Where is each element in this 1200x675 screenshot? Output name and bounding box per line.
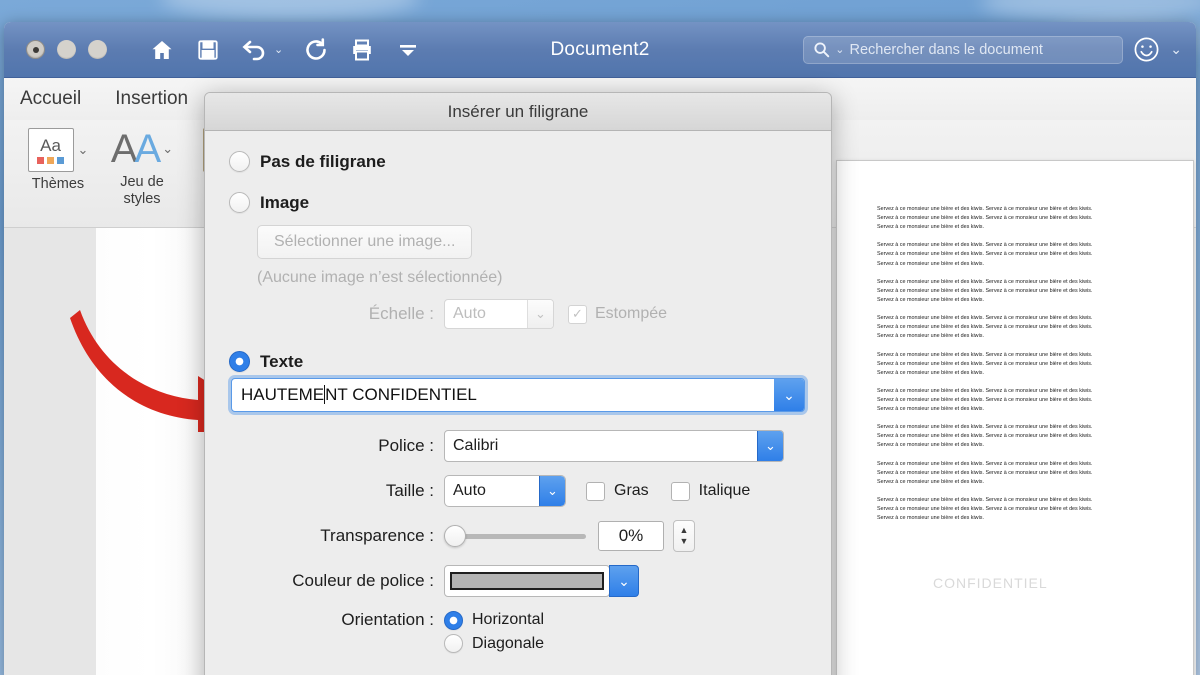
size-chevron-down-icon[interactable]: ⌄: [539, 476, 565, 506]
home-icon[interactable]: [149, 37, 175, 63]
font-color-swatch-box[interactable]: [444, 565, 610, 597]
redo-icon[interactable]: [303, 37, 329, 63]
tab-accueil[interactable]: Accueil: [20, 88, 81, 110]
zoom-button[interactable]: [88, 40, 107, 59]
tab-insertion[interactable]: Insertion: [115, 88, 188, 110]
window-titlebar: ⌄ Document2 ⌄ Rechercher dans le documen…: [4, 22, 1196, 78]
slider-track: [452, 533, 586, 539]
transparency-value: 0%: [618, 526, 644, 545]
transparency-stepper[interactable]: ▲ ▼: [673, 520, 695, 552]
themes-icon[interactable]: Aa: [27, 128, 74, 172]
orientation-label: Orientation :: [341, 610, 434, 629]
italic-checkbox[interactable]: [670, 481, 690, 501]
minimize-button[interactable]: [57, 40, 76, 59]
bold-checkbox[interactable]: [586, 481, 605, 501]
transparency-value-field[interactable]: 0%: [598, 521, 664, 551]
search-placeholder: Rechercher dans le document: [849, 41, 1043, 58]
transparency-label: Transparence :: [320, 526, 434, 545]
transparency-slider[interactable]: [444, 525, 586, 547]
font-select[interactable]: Calibri ⌄: [444, 430, 784, 462]
size-value: Auto: [453, 482, 486, 499]
ribbon-label-style-set: Jeu de styles: [120, 174, 164, 207]
document-body-text: Servez à ce monsieur une bière et des ki…: [877, 206, 1093, 522]
image-status-text: (Aucune image n’est sélectionnée): [257, 269, 503, 286]
ribbon-label-themes: Thèmes: [31, 176, 85, 192]
watermark-text-chevron-down-icon[interactable]: ⌄: [774, 379, 804, 411]
undo-icon[interactable]: [241, 37, 267, 63]
close-button[interactable]: [26, 40, 45, 59]
slider-knob[interactable]: [444, 525, 466, 547]
orientation-horizontal-label: Horizontal: [472, 611, 545, 628]
size-label: Taille :: [385, 481, 434, 500]
search-scope-chevron-icon[interactable]: ⌄: [835, 43, 844, 56]
search-input[interactable]: ⌄ Rechercher dans le document: [803, 35, 1124, 64]
no-watermark-label: Pas de filigrane: [260, 151, 386, 171]
bold-label: Gras: [614, 482, 649, 499]
scale-label: Échelle :: [368, 304, 434, 323]
image-label: Image: [260, 192, 310, 212]
font-color-label: Couleur de police :: [292, 571, 434, 590]
font-label: Police :: [378, 436, 434, 455]
option-texte[interactable]: Texte: [229, 351, 807, 372]
dialog-title: Insérer un filigrane: [447, 101, 589, 121]
orientation-horizontal-radio[interactable]: [444, 610, 463, 630]
style-set-icon[interactable]: AA: [111, 128, 161, 170]
print-icon[interactable]: [349, 37, 375, 63]
font-color-chevron-down-icon[interactable]: ⌄: [609, 565, 639, 597]
scale-value: Auto: [453, 305, 486, 322]
window-controls[interactable]: [26, 40, 107, 59]
word-window: ⌄ Document2 ⌄ Rechercher dans le documen…: [4, 22, 1196, 675]
ribbon-group-themes[interactable]: Aa ⌄ Thèmes: [20, 128, 96, 193]
style-set-dropdown-icon[interactable]: ⌄: [162, 141, 173, 157]
watermark-text-value: HAUTEMENT CONFIDENTIEL: [241, 385, 477, 404]
dialog-titlebar: Insérer un filigrane: [205, 93, 831, 131]
font-value: Calibri: [453, 437, 499, 454]
themes-dropdown-icon[interactable]: ⌄: [78, 142, 89, 158]
account-chevron-icon[interactable]: ⌄: [1170, 41, 1182, 58]
smiley-icon[interactable]: [1133, 36, 1160, 63]
scale-select[interactable]: Auto ⌄: [444, 299, 554, 329]
watermark-text-input[interactable]: HAUTEMENT CONFIDENTIEL ⌄: [231, 378, 805, 412]
washout-checkbox[interactable]: ✓: [568, 304, 587, 324]
save-icon[interactable]: [195, 37, 221, 63]
image-radio[interactable]: [229, 192, 250, 213]
overflow-icon[interactable]: [395, 37, 421, 63]
italic-label: Italique: [698, 482, 751, 499]
font-chevron-down-icon[interactable]: ⌄: [757, 431, 783, 461]
quick-access-toolbar[interactable]: ⌄: [149, 37, 421, 63]
cloud-wisp: [980, 0, 1200, 22]
cloud-wisp: [160, 0, 420, 20]
document-page-preview[interactable]: Servez à ce monsieur une bière et des ki…: [836, 160, 1194, 675]
orientation-diagonale-label: Diagonale: [472, 634, 545, 652]
washout-label: Estompée: [595, 305, 668, 322]
stepper-down-icon[interactable]: ▼: [680, 536, 689, 547]
texte-radio[interactable]: [229, 351, 250, 372]
watermark-preview-text: CONFIDENTIEL: [933, 575, 1048, 591]
no-watermark-radio[interactable]: [229, 151, 250, 172]
font-color-swatch: [450, 572, 604, 590]
search-icon: [814, 42, 830, 58]
scale-chevron-down-icon[interactable]: ⌄: [527, 300, 553, 328]
size-select[interactable]: Auto ⌄: [444, 475, 566, 507]
option-no-watermark[interactable]: Pas de filigrane: [229, 151, 807, 172]
select-image-button[interactable]: Sélectionner une image...: [257, 225, 473, 259]
ribbon-group-style-set[interactable]: AA ⌄ Jeu de styles: [104, 128, 180, 208]
stepper-up-icon[interactable]: ▲: [680, 525, 689, 536]
option-image[interactable]: Image: [229, 192, 807, 213]
undo-dropdown-icon[interactable]: ⌄: [274, 43, 283, 56]
insert-watermark-dialog: Insérer un filigrane Pas de filigrane Im…: [204, 92, 832, 675]
orientation-diagonale-radio[interactable]: [444, 634, 463, 653]
texte-label: Texte: [260, 351, 304, 371]
